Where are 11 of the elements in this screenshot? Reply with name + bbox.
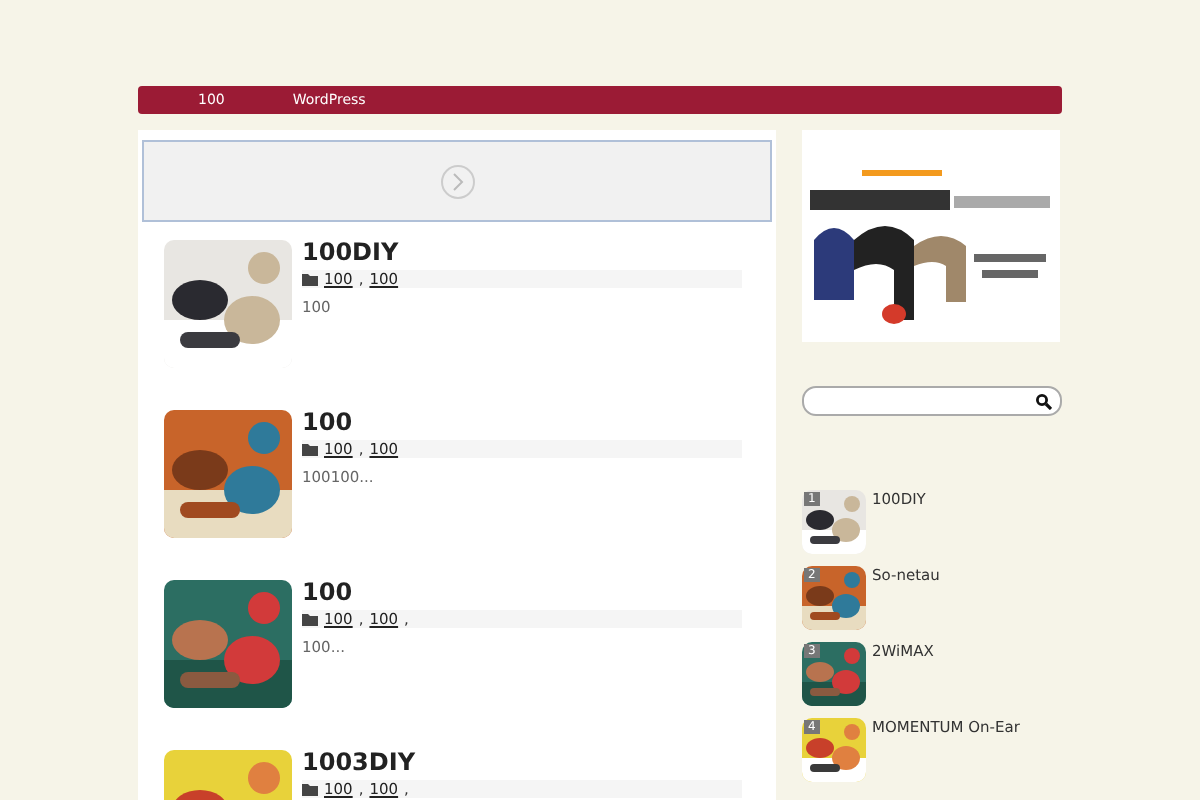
folder-icon <box>302 783 318 795</box>
folder-icon <box>302 273 318 285</box>
post-title[interactable]: 100DIY <box>302 240 742 266</box>
folder-icon <box>302 443 318 455</box>
post-title[interactable]: 100 <box>302 410 742 436</box>
post-title[interactable]: 100 <box>302 580 742 606</box>
search-icon[interactable] <box>1036 393 1052 409</box>
post-title[interactable]: 1003DIY <box>302 750 742 776</box>
folder-icon <box>302 613 318 625</box>
search-field[interactable] <box>802 386 1062 416</box>
next-icon[interactable] <box>439 163 475 199</box>
